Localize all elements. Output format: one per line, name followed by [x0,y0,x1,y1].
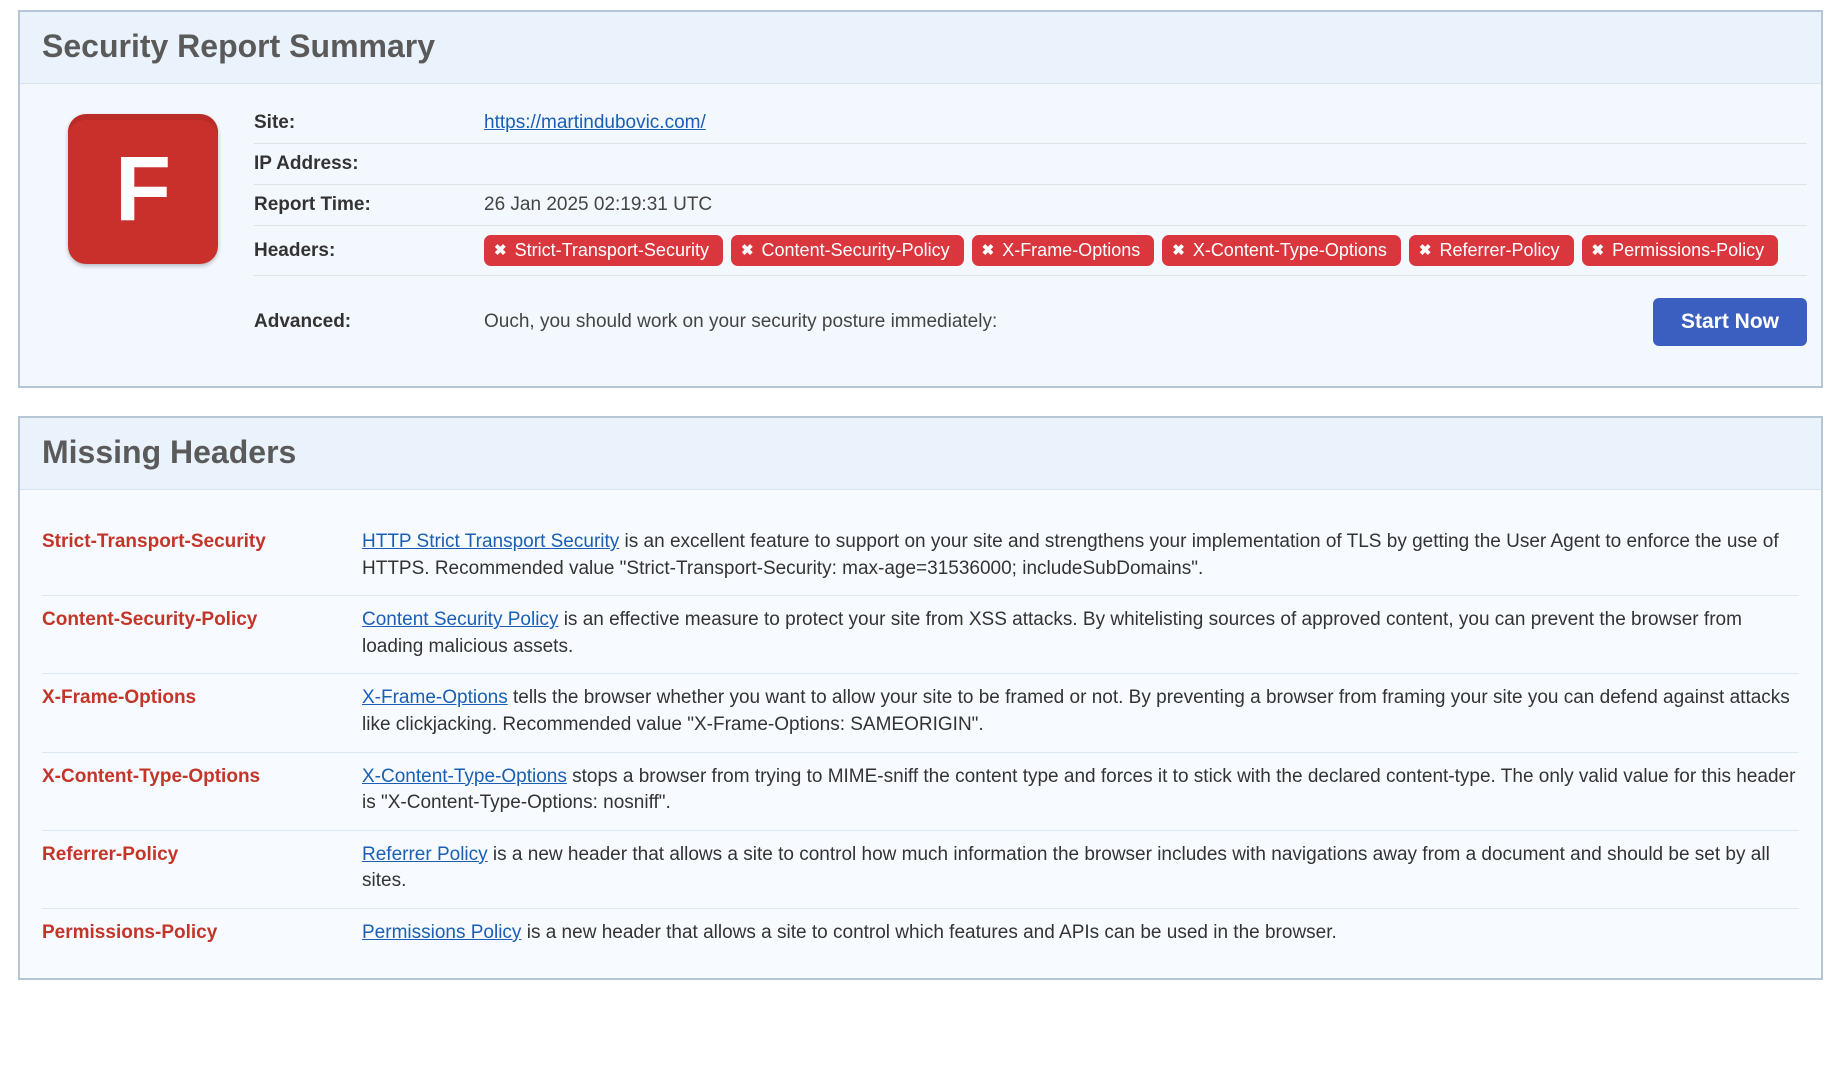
advanced-message: Ouch, you should work on your security p… [484,311,997,333]
missing-header-link[interactable]: Permissions Policy [362,922,521,943]
time-label: Report Time: [254,194,484,216]
row-ip: IP Address: [254,144,1807,185]
missing-header: Missing Headers [20,418,1821,489]
missing-header-link[interactable]: X-Content-Type-Options [362,766,567,787]
missing-row: Referrer-Policy Referrer Policy is a new … [42,831,1799,909]
missing-header-desc: HTTP Strict Transport Security is an exc… [362,529,1799,582]
missing-header-name: Referrer-Policy [42,842,332,866]
x-icon: ✖ [1419,243,1432,258]
missing-header-desc: Permissions Policy is a new header that … [362,920,1799,947]
site-link[interactable]: https://martindubovic.com/ [484,112,706,133]
missing-row: Permissions-Policy Permissions Policy is … [42,909,1799,960]
header-pill[interactable]: ✖ Referrer-Policy [1409,235,1574,266]
header-pill-label: Strict-Transport-Security [515,240,709,261]
missing-header-link[interactable]: X-Frame-Options [362,687,508,708]
missing-header-name: X-Content-Type-Options [42,764,332,788]
x-icon: ✖ [494,243,507,258]
time-value: 26 Jan 2025 02:19:31 UTC [484,194,1807,216]
header-pill-label: Referrer-Policy [1439,240,1559,261]
missing-header-desc: X-Frame-Options tells the browser whethe… [362,685,1799,738]
row-site: Site: https://martindubovic.com/ [254,112,1807,144]
x-icon: ✖ [982,243,995,258]
start-now-button[interactable]: Start Now [1653,298,1807,346]
header-pill-label: Permissions-Policy [1612,240,1764,261]
missing-header-name: X-Frame-Options [42,685,332,709]
summary-table: Site: https://martindubovic.com/ IP Addr… [254,112,1807,346]
header-pill-label: X-Content-Type-Options [1193,240,1387,261]
missing-title: Missing Headers [42,434,1799,471]
summary-body: F Site: https://martindubovic.com/ IP Ad… [20,83,1821,386]
missing-panel: Missing Headers Strict-Transport-Securit… [18,416,1823,980]
ip-label: IP Address: [254,153,484,175]
header-pill-label: Content-Security-Policy [762,240,950,261]
header-pill[interactable]: ✖ Strict-Transport-Security [484,235,723,266]
missing-header-link[interactable]: HTTP Strict Transport Security [362,531,619,552]
missing-body: Strict-Transport-Security HTTP Strict Tra… [20,489,1821,978]
missing-header-name: Content-Security-Policy [42,607,332,631]
row-advanced: Advanced: Ouch, you should work on your … [254,276,1807,346]
missing-row: X-Frame-OptionsX-Frame-Options tells the… [42,674,1799,752]
missing-row: Strict-Transport-Security HTTP Strict Tra… [42,518,1799,596]
missing-header-desc-text: is a new header that allows a site to co… [521,922,1336,943]
missing-row: Content-Security-Policy Content Security … [42,596,1799,674]
missing-header-link[interactable]: Referrer Policy [362,844,488,865]
missing-header-desc: Content Security Policy is an effective … [362,607,1799,660]
missing-header-desc-text: is a new header that allows a site to co… [362,844,1770,892]
header-pill[interactable]: ✖ X-Content-Type-Options [1162,235,1401,266]
missing-header-desc-text: is an effective measure to protect your … [362,609,1742,657]
x-icon: ✖ [1172,243,1185,258]
header-pill[interactable]: ✖ X-Frame-Options [972,235,1155,266]
missing-header-desc-text: tells the browser whether you want to al… [362,687,1790,735]
header-pill[interactable]: ✖ Permissions-Policy [1582,235,1779,266]
site-label: Site: [254,112,484,134]
summary-header: Security Report Summary [20,12,1821,83]
summary-title: Security Report Summary [42,28,1799,65]
x-icon: ✖ [741,243,754,258]
row-headers: Headers: ✖ Strict-Transport-Security ✖ Cont… [254,226,1807,276]
missing-header-name: Permissions-Policy [42,920,332,944]
headers-label: Headers: [254,240,484,262]
missing-row: X-Content-Type-OptionsX-Content-Type-Opt… [42,753,1799,831]
missing-header-link[interactable]: Content Security Policy [362,609,558,630]
grade-badge: F [68,114,218,264]
row-time: Report Time: 26 Jan 2025 02:19:31 UTC [254,185,1807,226]
x-icon: ✖ [1592,243,1605,258]
missing-header-name: Strict-Transport-Security [42,529,332,553]
header-pill-label: X-Frame-Options [1002,240,1140,261]
missing-header-desc: X-Content-Type-Options stops a browser f… [362,764,1799,817]
header-pills: ✖ Strict-Transport-Security ✖ Content-Secur… [484,235,1807,266]
advanced-label: Advanced: [254,311,484,333]
summary-panel: Security Report Summary F Site: https://… [18,10,1823,388]
grade-letter: F [115,137,171,242]
missing-header-desc: Referrer Policy is a new header that all… [362,842,1799,895]
missing-header-desc-text: stops a browser from trying to MIME-snif… [362,766,1795,814]
header-pill[interactable]: ✖ Content-Security-Policy [731,235,964,266]
